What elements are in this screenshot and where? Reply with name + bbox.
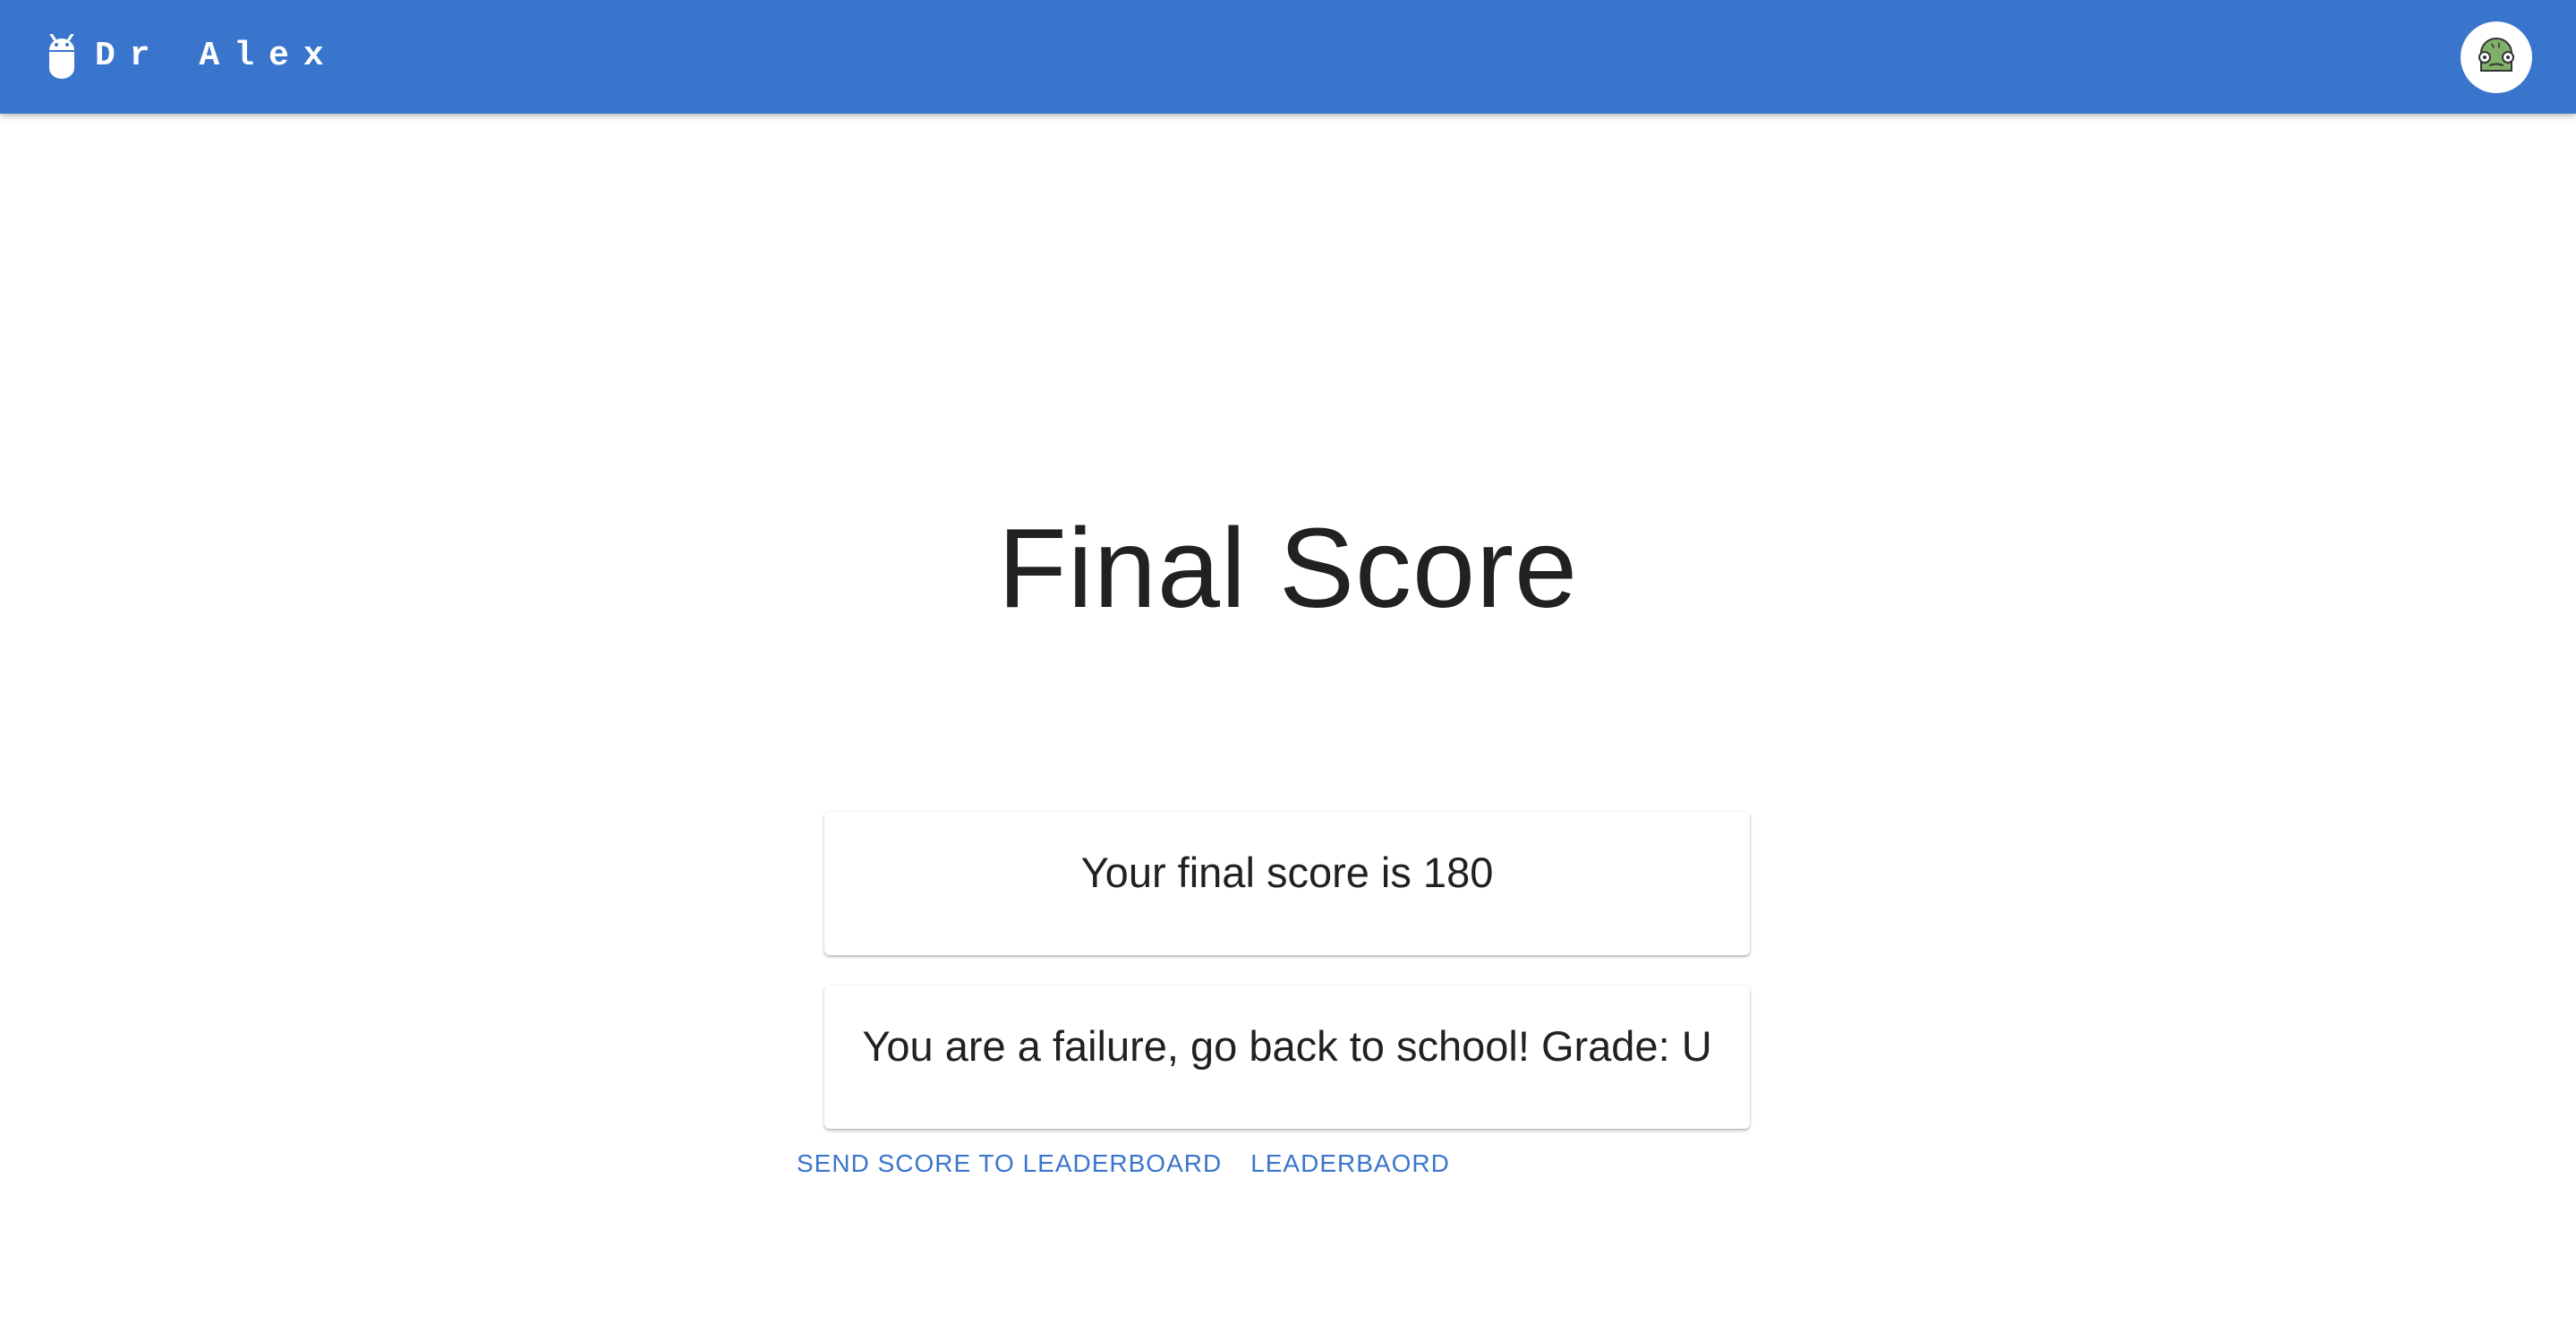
final-score-card: Your final score is 180 — [824, 812, 1750, 955]
leaderboard-button[interactable]: LEADERBAORD — [1236, 1142, 1464, 1185]
app-bar: Dr Alex — [0, 0, 2576, 114]
final-score-text: Your final score is 180 — [1080, 849, 1494, 896]
grade-text: You are a failure, go back to school! Gr… — [862, 1022, 1712, 1070]
user-avatar[interactable] — [2461, 21, 2532, 93]
send-score-button[interactable]: SEND SCORE TO LEADERBOARD — [782, 1142, 1236, 1185]
robot-icon — [47, 34, 77, 79]
brand-link[interactable]: Dr Alex — [47, 34, 338, 79]
page-title: Final Score — [997, 505, 1579, 631]
user-avatar-icon — [2472, 33, 2521, 81]
grade-card: You are a failure, go back to school! Gr… — [824, 986, 1750, 1129]
app-title: Dr Alex — [95, 37, 338, 75]
action-buttons: SEND SCORE TO LEADERBOARD LEADERBAORD — [782, 1142, 1464, 1185]
